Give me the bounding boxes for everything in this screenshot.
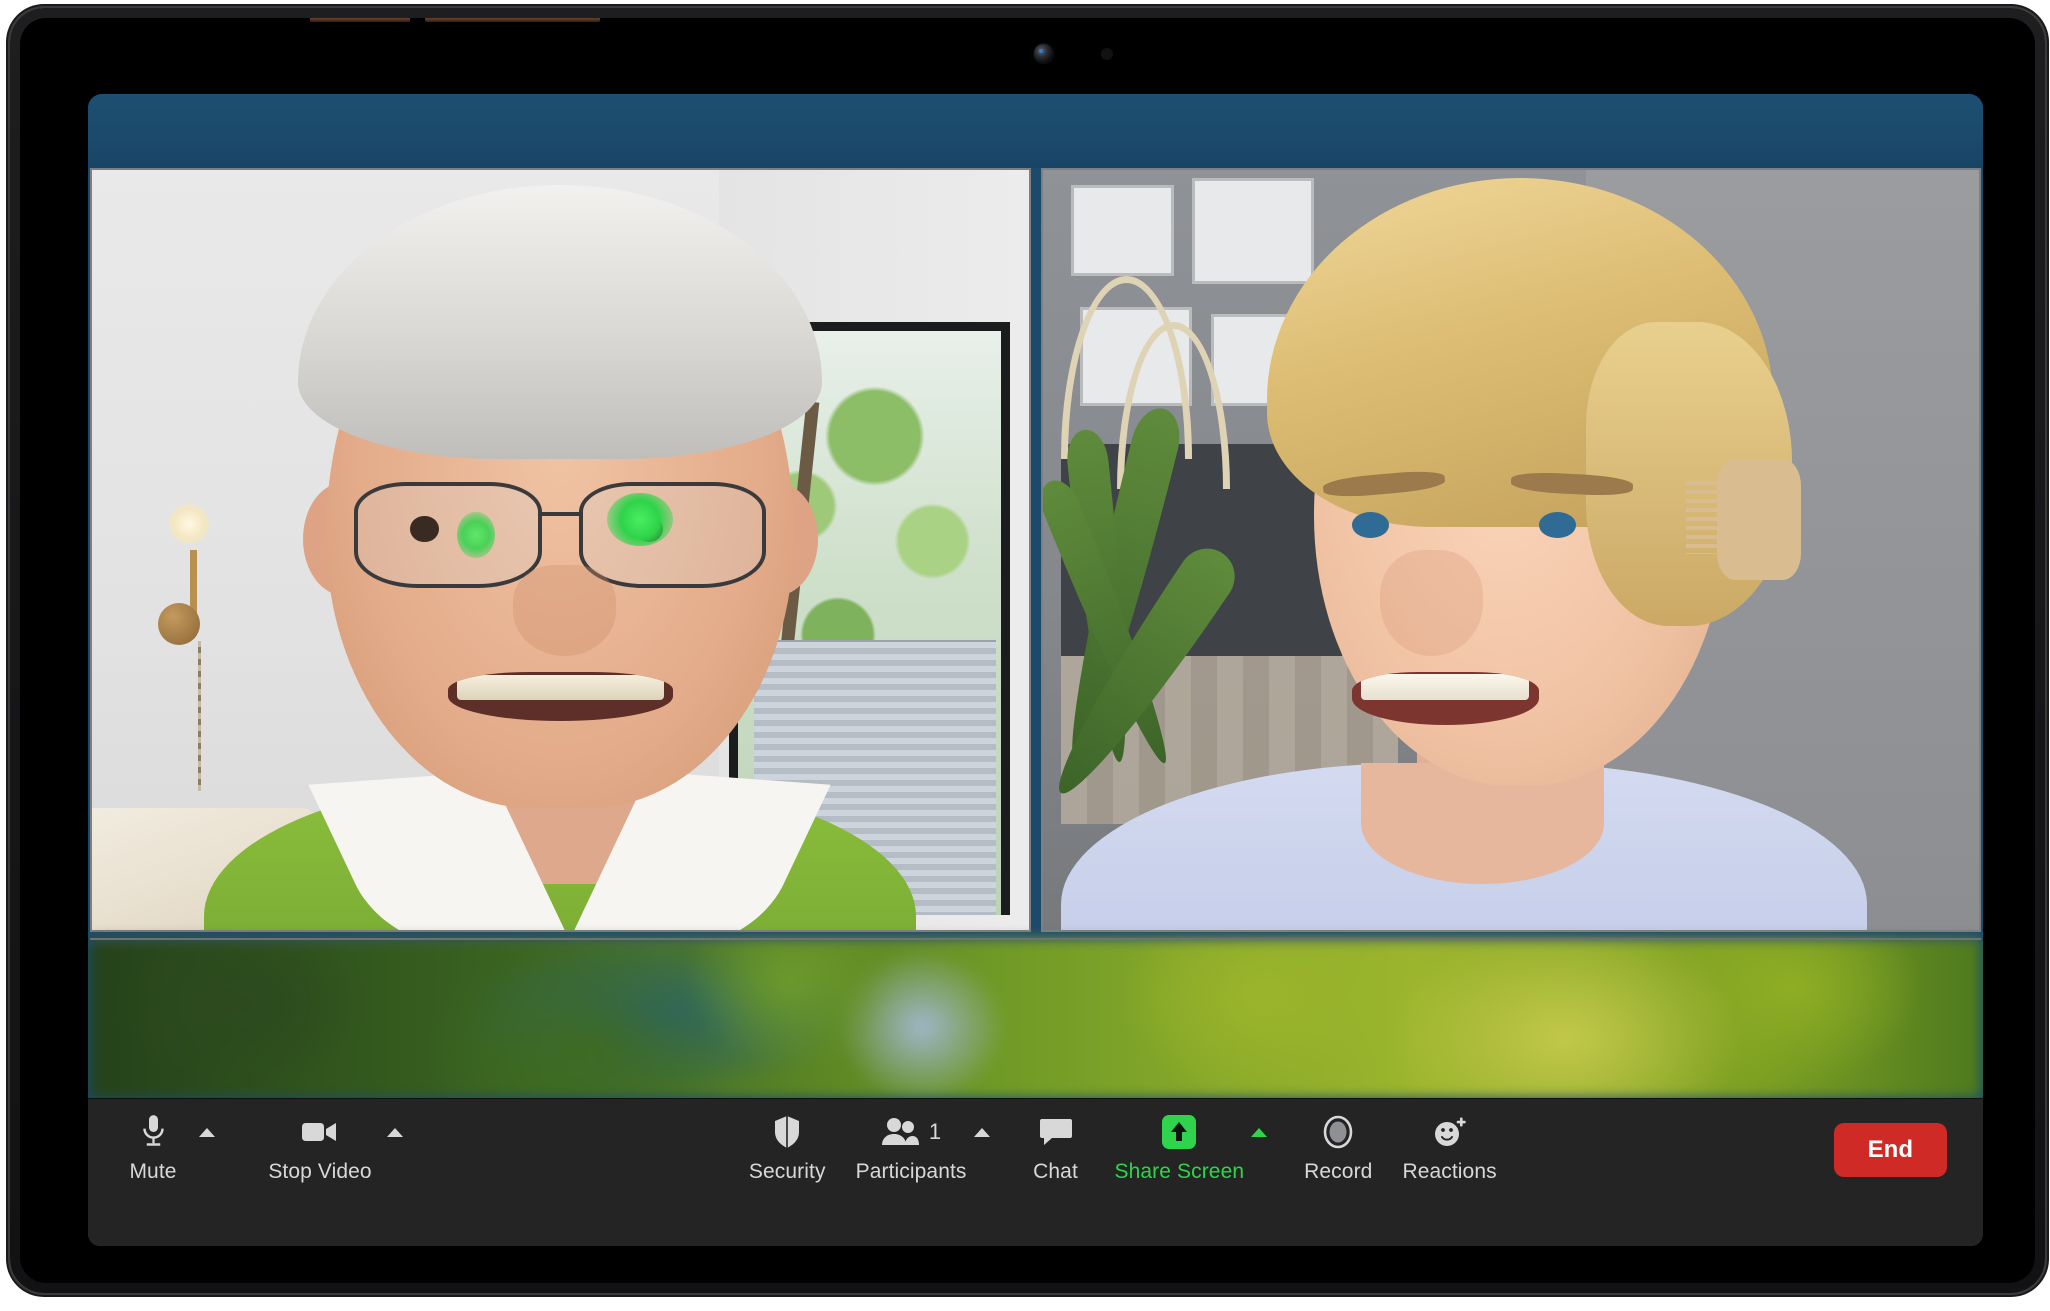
wall-picture-frame xyxy=(1192,177,1315,284)
sconce-cord xyxy=(197,641,201,792)
nose xyxy=(1379,550,1483,657)
toolbar-right-group: End xyxy=(1833,1099,1983,1177)
cushion-stripe xyxy=(92,929,116,930)
eyeglass-bridge xyxy=(541,512,579,516)
zoom-meeting-window: Mute Stop Video Security 1 Participants … xyxy=(88,94,1983,1246)
device-screen: Mute Stop Video Security 1 Participants … xyxy=(20,18,2035,1283)
mouth xyxy=(1351,671,1539,725)
chevron-up-icon xyxy=(387,1127,403,1137)
wall-sconce-bulb xyxy=(168,504,209,545)
shield-icon xyxy=(773,1115,801,1149)
video-tile-participant-2[interactable] xyxy=(1040,168,1981,932)
meeting-header-bar xyxy=(88,94,1983,168)
meeting-toolbar: Mute Stop Video Security 1 Participants … xyxy=(88,1098,1983,1246)
video-tile-participant-1[interactable] xyxy=(90,168,1031,932)
reactions-smiley-icon xyxy=(1433,1116,1467,1148)
security-button[interactable]: Security xyxy=(749,1111,826,1184)
mouth xyxy=(447,671,673,721)
toolbar-center-group: Security 1 Participants Chat Share Scree… xyxy=(412,1099,1834,1184)
chat-bubble-icon xyxy=(1039,1117,1073,1147)
hair-clip xyxy=(1686,458,1802,581)
chevron-up-icon xyxy=(1251,1127,1268,1137)
video-group: Stop Video xyxy=(262,1111,412,1184)
eye-right xyxy=(1538,512,1577,538)
front-camera-lens-icon xyxy=(1034,44,1053,63)
participants-label: Participants xyxy=(855,1160,967,1183)
mute-button[interactable]: Mute xyxy=(116,1111,190,1184)
audio-options-chevron[interactable] xyxy=(190,1111,224,1153)
record-button[interactable]: Record xyxy=(1304,1111,1372,1184)
reactions-label: Reactions xyxy=(1402,1160,1497,1183)
share-screen-icon xyxy=(1162,1115,1197,1149)
teeth xyxy=(456,674,664,701)
ambient-light-sensor-icon xyxy=(1101,48,1113,60)
eyeglass-lens-left xyxy=(354,481,542,588)
participant-1-video-feed xyxy=(92,170,1029,930)
participants-group: 1 Participants xyxy=(856,1111,997,1184)
video-options-chevron[interactable] xyxy=(378,1111,412,1153)
video-tile-participant-3-partial[interactable] xyxy=(90,938,1981,1098)
security-label: Security xyxy=(748,1160,826,1183)
participants-button[interactable]: 1 Participants xyxy=(856,1111,967,1184)
hinge-accent-left xyxy=(310,18,410,22)
record-label: Record xyxy=(1304,1160,1373,1183)
mute-group: Mute xyxy=(116,1111,224,1184)
teeth xyxy=(1360,673,1530,701)
participants-count: 1 xyxy=(928,1119,942,1144)
device-frame: Mute Stop Video Security 1 Participants … xyxy=(10,8,2045,1293)
video-grid xyxy=(88,168,1983,932)
wall-sconce-plate xyxy=(157,603,200,646)
chat-label: Chat xyxy=(1033,1160,1078,1183)
stop-video-button[interactable]: Stop Video xyxy=(262,1111,378,1184)
wall-picture-frame xyxy=(1070,185,1174,277)
hinge-accent-right xyxy=(425,18,600,22)
lens-green-glint-left xyxy=(457,512,495,558)
share-screen-label: Share Screen xyxy=(1114,1160,1245,1183)
share-screen-options-chevron[interactable] xyxy=(1244,1111,1274,1153)
chevron-up-icon xyxy=(973,1127,990,1137)
reactions-button[interactable]: Reactions xyxy=(1402,1111,1497,1184)
lens-green-glint-right xyxy=(607,493,673,547)
people-icon xyxy=(881,1117,919,1147)
participants-options-chevron[interactable] xyxy=(967,1111,997,1153)
share-screen-group: Share Screen xyxy=(1115,1111,1275,1184)
participant-2-video-feed xyxy=(1042,170,1979,930)
record-circle-icon xyxy=(1322,1115,1354,1149)
eyeglass-lens-right xyxy=(578,481,767,588)
share-screen-button[interactable]: Share Screen xyxy=(1115,1111,1245,1184)
microphone-icon xyxy=(140,1114,167,1150)
end-meeting-button[interactable]: End xyxy=(1833,1123,1947,1177)
chat-button[interactable]: Chat xyxy=(1027,1111,1085,1184)
video-camera-icon xyxy=(301,1119,339,1145)
eye-left xyxy=(1351,512,1389,538)
chevron-up-icon xyxy=(199,1127,215,1137)
stop-video-label: Stop Video xyxy=(268,1160,372,1183)
mute-label: Mute xyxy=(129,1160,177,1183)
toolbar-left-group: Mute Stop Video xyxy=(88,1099,412,1184)
eye-left xyxy=(410,515,439,542)
